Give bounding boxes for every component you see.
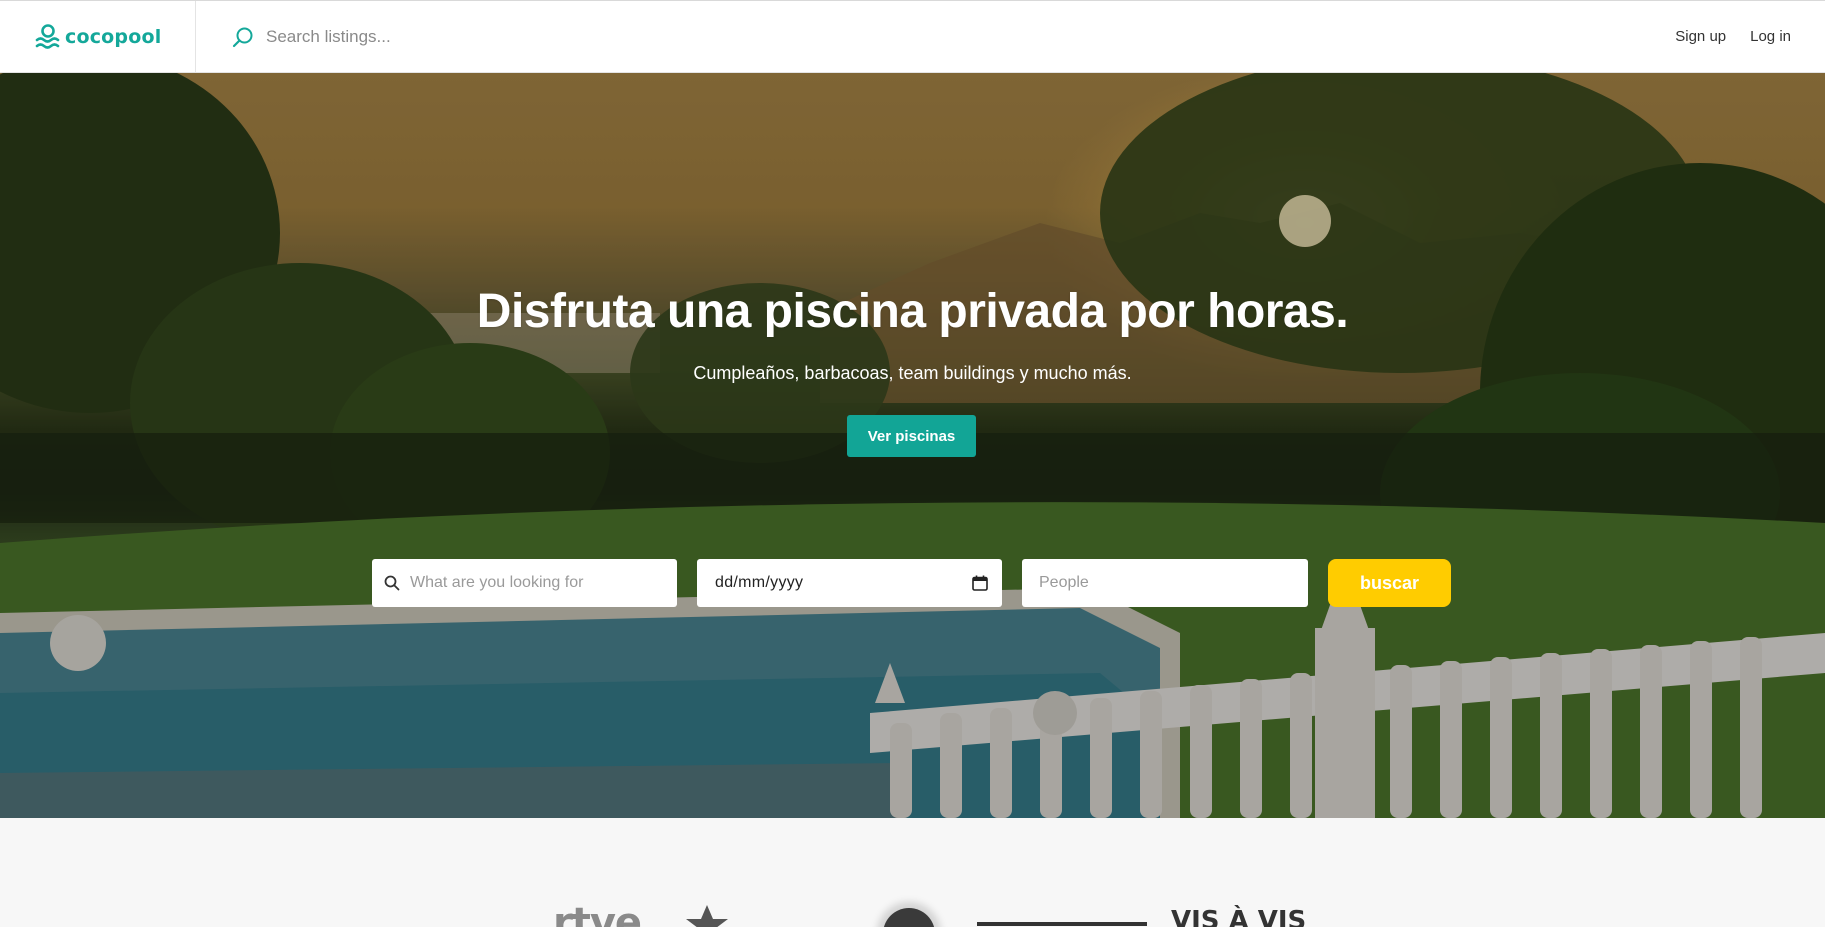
hero-section: Disfruta una piscina privada por horas. …	[0, 73, 1825, 818]
what-search-field[interactable]	[372, 559, 677, 607]
hero-content: Disfruta una piscina privada por horas. …	[0, 73, 1825, 818]
people-field[interactable]	[1022, 559, 1308, 607]
search-listings-input[interactable]	[266, 26, 686, 47]
press-logo-star-icon	[686, 905, 728, 927]
date-field[interactable]: dd/mm/yyyy	[697, 559, 1002, 607]
press-logo-visavis: VIS À VIS	[1171, 906, 1307, 927]
cocopool-logo-icon	[35, 23, 60, 49]
top-nav: cocopool Sign up Log in	[0, 0, 1825, 73]
press-logo-rtve: rtve	[553, 900, 642, 927]
magnifier-icon	[384, 575, 400, 591]
auth-nav: Sign up Log in	[1675, 28, 1825, 45]
press-logo-bar	[977, 922, 1147, 926]
search-icon	[232, 27, 253, 47]
calendar-icon[interactable]	[972, 575, 988, 591]
hero-subtitle: Cumpleaños, barbacoas, team buildings y …	[693, 363, 1132, 383]
brand-name: cocopool	[65, 25, 162, 48]
signup-link[interactable]: Sign up	[1675, 28, 1726, 45]
brand-logo[interactable]: cocopool	[0, 0, 196, 73]
header-search	[196, 1, 1675, 73]
date-input-value: dd/mm/yyyy	[715, 574, 804, 591]
press-logos-strip: rtve VIS À VIS	[0, 818, 1825, 927]
press-logo-circle	[883, 908, 935, 927]
people-input[interactable]	[1039, 559, 1308, 607]
hero-title: Disfruta una piscina privada por horas.	[476, 285, 1349, 338]
buscar-button[interactable]: buscar	[1328, 559, 1451, 607]
what-input[interactable]	[410, 559, 677, 607]
ver-piscinas-button[interactable]: Ver piscinas	[847, 415, 976, 457]
login-link[interactable]: Log in	[1750, 28, 1791, 45]
